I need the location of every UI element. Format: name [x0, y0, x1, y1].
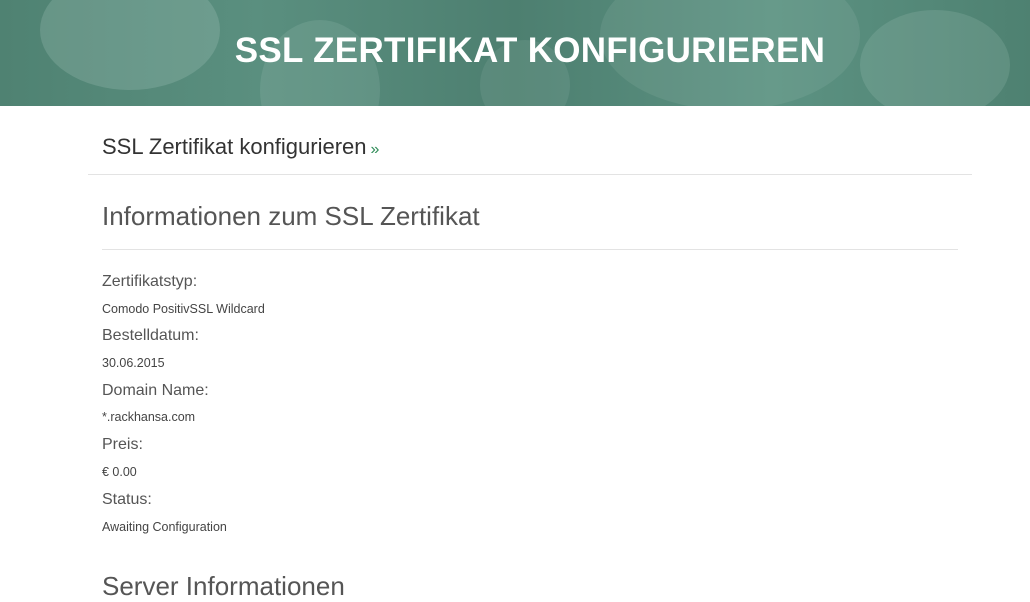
breadcrumb-label: SSL Zertifikat konfigurieren	[102, 134, 367, 159]
price-value: € 0.00	[102, 465, 137, 479]
breadcrumb-separator-icon: »	[370, 141, 380, 158]
page-title: SSL ZERTIFIKAT KONFIGURIEREN	[234, 31, 826, 70]
order-date-label: Bestelldatum:	[102, 327, 199, 344]
certificate-type-label: Zertifikatstyp:	[102, 273, 198, 290]
server-info-title: Server Informationen	[102, 571, 345, 601]
page-header-banner: SSL ZERTIFIKAT KONFIGURIEREN	[0, 0, 1030, 106]
price-label: Preis:	[102, 436, 143, 453]
status-value: Awaiting Configuration	[102, 520, 227, 534]
certificate-info-title: Informationen zum SSL Zertifikat	[102, 201, 480, 231]
section-divider	[102, 249, 958, 250]
status-label: Status:	[102, 491, 152, 508]
certificate-type-value: Comodo PositivSSL Wildcard	[102, 302, 265, 316]
breadcrumb: SSL Zertifikat konfigurieren»	[88, 126, 972, 175]
domain-name-label: Domain Name:	[102, 382, 209, 399]
order-date-value: 30.06.2015	[102, 356, 165, 370]
breadcrumb-item[interactable]: SSL Zertifikat konfigurieren»	[102, 134, 379, 160]
domain-name-value: *.rackhansa.com	[102, 410, 196, 424]
